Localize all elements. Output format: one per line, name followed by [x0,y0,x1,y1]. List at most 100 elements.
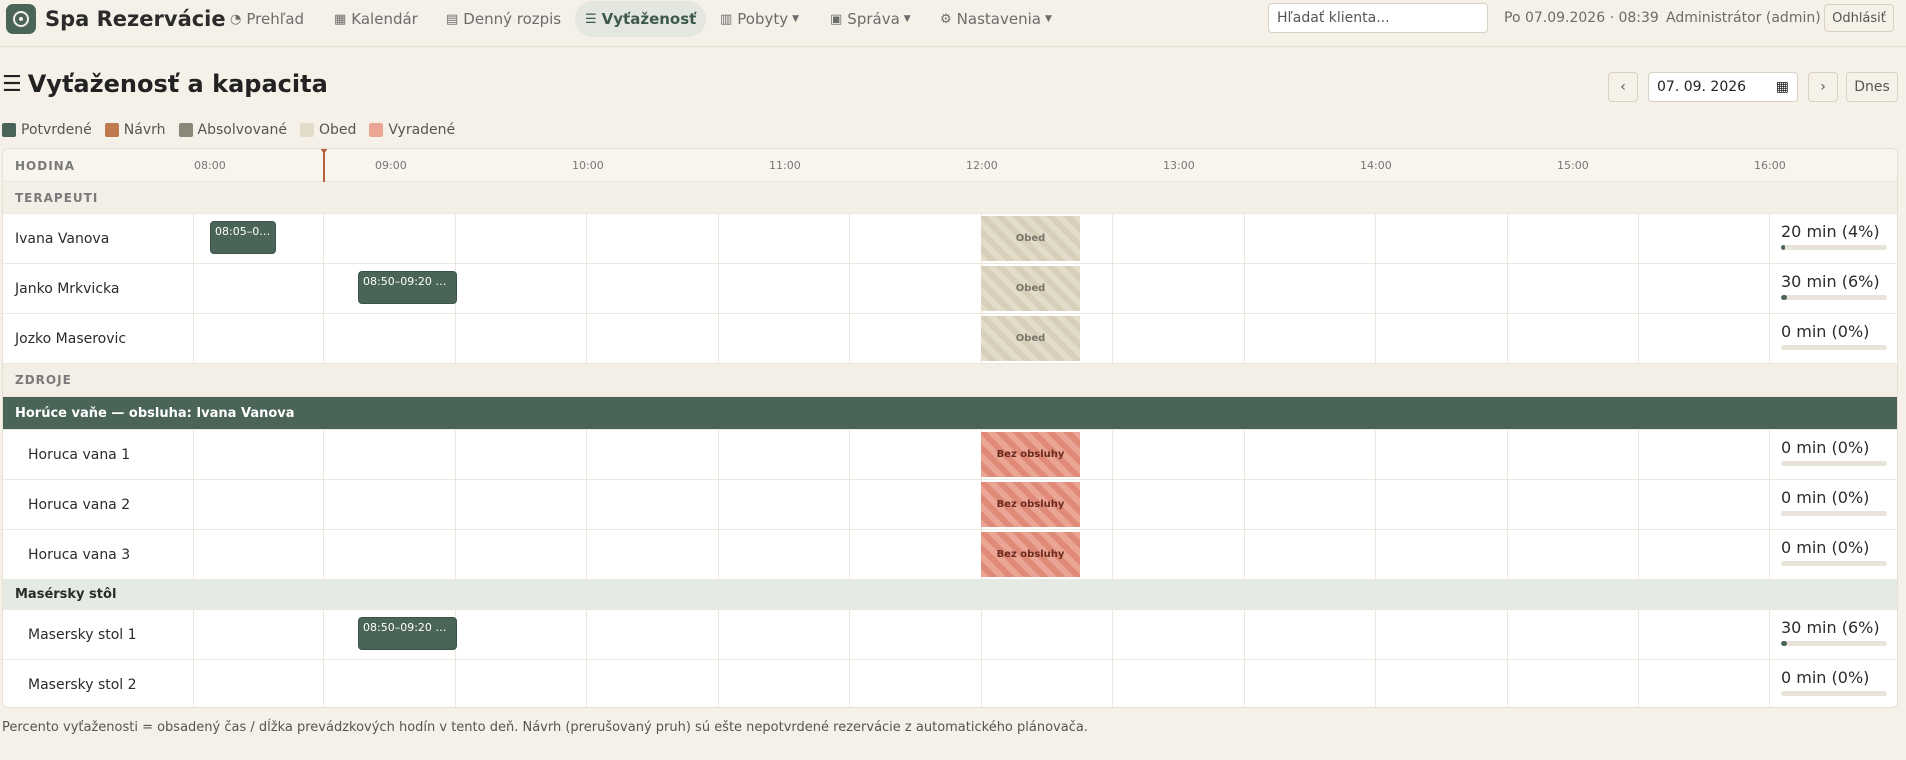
brand[interactable]: Spa Rezervácie [6,4,226,34]
section-row-resources: ZDROJE [3,364,1897,397]
hour-tick: 15:00 [1557,159,1589,172]
nav-label: Nastavenia [956,10,1041,28]
legend-item: Absolvované [178,122,287,138]
utilization-bar [1781,511,1887,516]
section-label: TERAPEUTI [15,190,99,205]
lunch-block: Obed [981,316,1080,361]
nav-item-sprava[interactable]: ▣ Správa ▼ [820,1,921,37]
utilization-text: 0 min (0%) [1781,538,1870,557]
utilization-bar [1781,245,1887,250]
utilization-text: 0 min (0%) [1781,322,1870,341]
utilization-bar [1781,461,1887,466]
legend-item: Potvrdené [2,122,92,138]
legend-item: Obed [299,122,357,138]
chevron-left-icon: ‹ [1620,79,1626,95]
nav-item-denny-rozpis[interactable]: ▤ Denný rozpis [436,1,571,37]
page-title: ☰ Vyťaženosť a kapacita [2,70,328,98]
legend-swatch [178,123,193,137]
nav-label: Pobyty [737,10,789,28]
booking-block[interactable]: 08:05–0… [210,221,276,254]
hour-tick: 14:00 [1360,159,1392,172]
today-button[interactable]: Dnes [1846,72,1898,102]
resource-name: Masersky stol 1 [28,626,137,643]
utilization: 20 min (4%) [1781,222,1891,250]
utilization: 0 min (0%) [1781,488,1891,516]
utilization-bar [1781,345,1887,350]
legend-label: Návrh [123,122,166,138]
app-title: Spa Rezervácie [45,7,226,31]
hour-tick: 13:00 [1163,159,1195,172]
suitcase-icon: ▥ [720,11,733,27]
lunch-block: Obed [981,216,1080,261]
search-input[interactable] [1268,3,1488,33]
no-staff-block: Bez obsluhy [981,482,1080,527]
resource-name: Horuca vana 2 [28,496,131,513]
grid-icon: ▤ [446,11,459,27]
nav-item-kalendar[interactable]: ▦ Kalendár [324,1,428,37]
utilization: 30 min (6%) [1781,272,1891,300]
hour-tick: 08:00 [194,159,226,172]
current-time-marker [320,149,328,182]
capacity-grid: HODINA 08:00 09:00 10:00 11:00 12:00 13:… [2,148,1898,708]
current-datetime: Po 07.09.2026 · 08:39 [1504,10,1659,26]
hour-tick: 10:00 [572,159,604,172]
legend-swatch [2,123,16,137]
page-title-text: Vyťaženosť a kapacita [27,70,328,98]
utilization-bar [1781,691,1887,696]
nav-item-prehlad[interactable]: ◔ Prehľad [220,1,314,37]
utilization: 30 min (6%) [1781,618,1891,646]
no-staff-block: Bez obsluhy [981,532,1080,577]
legend-label: Potvrdené [21,122,92,138]
resource-group-row: Masérsky stôl [3,580,1897,610]
resource-group-row: Horúce vaňe — obsluha: Ivana Vanova [3,397,1897,430]
hour-tick: 12:00 [966,159,998,172]
therapist-name: Jozko Maserovic [15,330,127,347]
utilization-text: 30 min (6%) [1781,272,1880,291]
therapist-name: Janko Mrkvicka [15,280,120,297]
timeline-row: Ivana Vanova 08:05–0… Obed 20 min (4%) [3,214,1897,264]
legend-item: Návrh [104,122,166,138]
booking-block[interactable]: 08:50–09:20 Z… [358,271,457,304]
top-bar: Spa Rezervácie ◔ Prehľad ▦ Kalendár ▤ De… [0,0,1906,47]
timeline-row: Masersky stol 2 0 min (0%) [3,660,1897,707]
user-name: Administrátor (admin) [1666,10,1821,26]
utilization-text: 0 min (0%) [1781,438,1870,457]
utilization-bar [1781,561,1887,566]
date-picker-input[interactable]: 07. 09. 2026 ▦ [1648,72,1798,102]
gauge-icon: ◔ [230,11,242,27]
section-row-therapists: TERAPEUTI [3,182,1897,214]
utilization-text: 20 min (4%) [1781,222,1880,241]
logout-button[interactable]: Odhlásiť [1824,4,1894,32]
hour-header: HODINA [15,158,75,173]
nav-item-vytazenost[interactable]: ☰ Vyťaženosť [575,1,707,37]
utilization: 0 min (0%) [1781,322,1891,350]
nav-item-pobyty[interactable]: ▥ Pobyty ▼ [710,1,809,37]
next-day-button[interactable]: › [1808,72,1838,102]
resource-group-label: Horúce vaňe — obsluha: Ivana Vanova [15,405,295,421]
no-staff-block: Bez obsluhy [981,432,1080,477]
timeline-row: Horuca vana 1 Bez obsluhy 0 min (0%) [3,430,1897,480]
legend-swatch [299,123,314,137]
nav-item-nastavenia[interactable]: ⚙ Nastavenia ▼ [930,1,1062,37]
legend-label: Obed [318,122,357,138]
clipboard-icon: ▣ [830,11,843,27]
footnote: Percento vyťaženosti = obsadený čas / dĺ… [2,720,1088,735]
bars-icon: ☰ [2,71,22,97]
resource-name: Masersky stol 2 [28,676,137,693]
booking-block[interactable]: 08:50–09:20 Z… [358,617,457,650]
nav-label: Správa [847,10,900,28]
utilization: 0 min (0%) [1781,668,1891,696]
therapist-name: Ivana Vanova [15,230,110,247]
nav-label: Denný rozpis [463,10,562,28]
utilization: 0 min (0%) [1781,538,1891,566]
chevron-down-icon: ▼ [1044,14,1052,24]
prev-day-button[interactable]: ‹ [1608,72,1638,102]
hour-tick: 11:00 [769,159,801,172]
nav-label: Prehľad [246,10,305,28]
section-label: ZDROJE [15,373,72,387]
legend-label: Absolvované [197,122,287,138]
legend-swatch [369,123,384,137]
calendar-icon: ▦ [1775,79,1789,95]
legend-item: Vyradené [369,122,455,138]
nav-label: Vyťaženosť [601,10,697,28]
